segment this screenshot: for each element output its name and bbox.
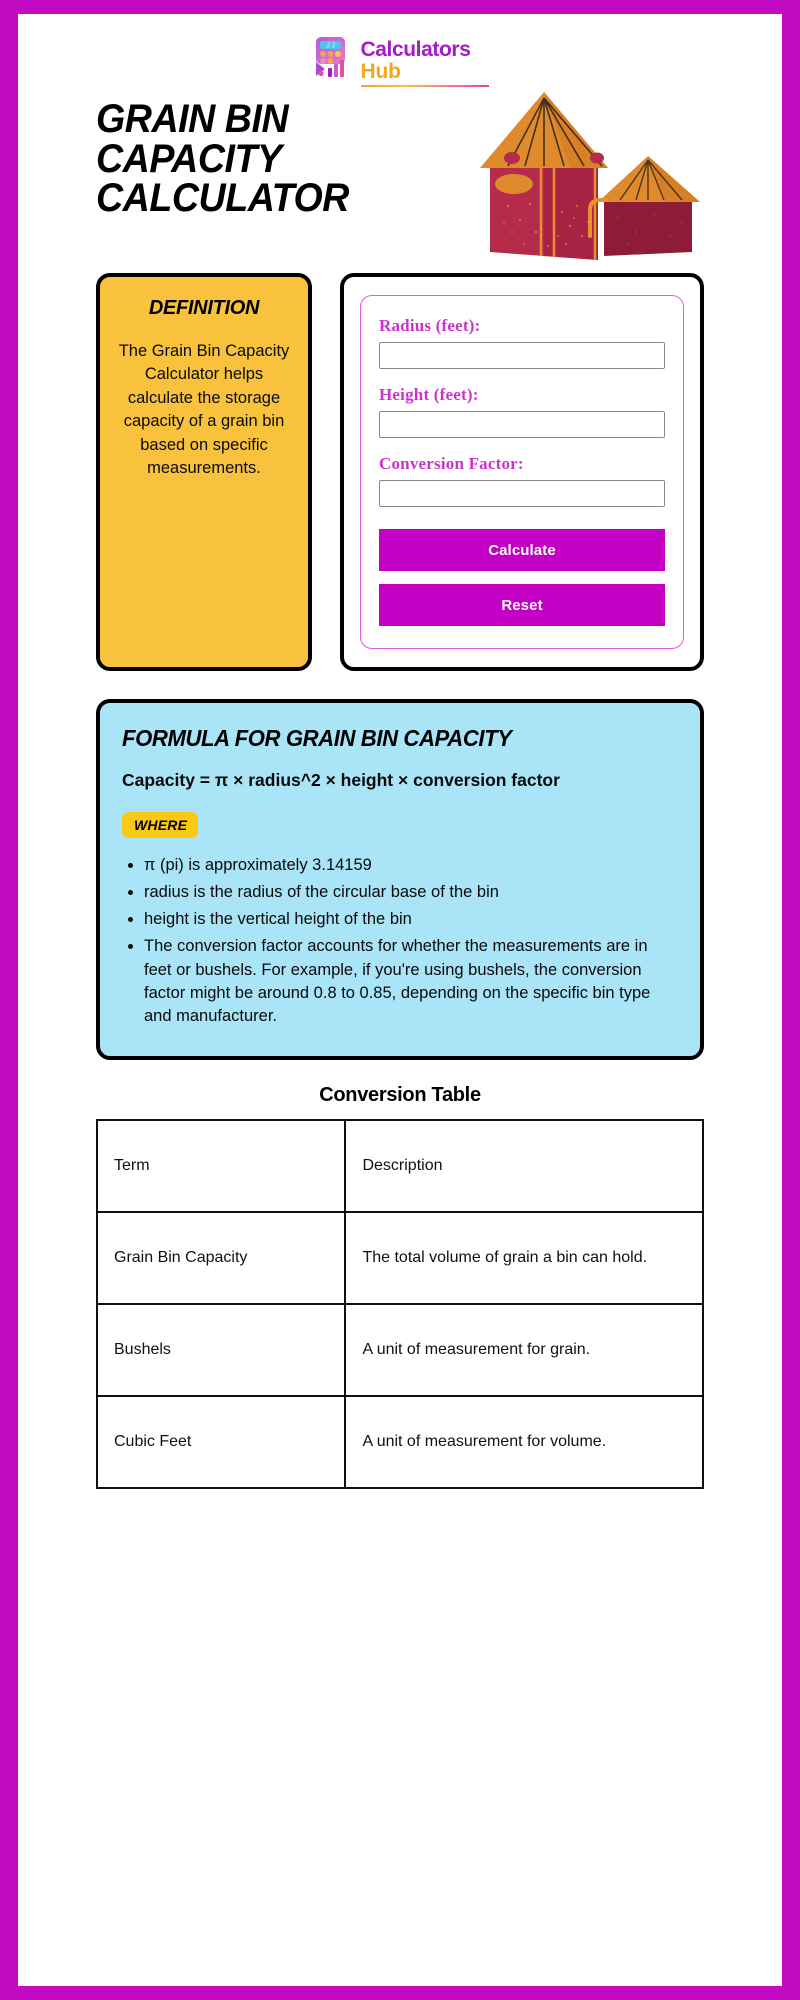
conversion-factor-input[interactable]	[379, 480, 665, 507]
page-title: GRAIN BIN CAPACITY CALCULATOR	[96, 97, 378, 221]
height-field-group: Height (feet):	[379, 385, 665, 438]
conversion-table: Term Description Grain Bin Capacity The …	[95, 1118, 704, 1489]
page-frame: Calculators Hub GRAIN BIN CAPACITY CALCU…	[0, 0, 800, 2000]
height-label: Height (feet):	[379, 385, 479, 404]
table-header-row: Term Description	[95, 1118, 704, 1213]
column-header-description: Description	[344, 1118, 704, 1213]
table-cell-description: A unit of measurement for grain.	[344, 1302, 704, 1397]
height-input[interactable]	[379, 411, 665, 438]
formula-card: FORMULA FOR GRAIN BIN CAPACITY Capacity …	[96, 699, 704, 1060]
formula-heading: FORMULA FOR GRAIN BIN CAPACITY	[122, 725, 512, 751]
where-badge: WHERE	[122, 812, 199, 839]
table-row: Grain Bin Capacity The total volume of g…	[95, 1210, 704, 1305]
calculate-button[interactable]: Calculate	[379, 529, 665, 571]
brand-word-calculators: Calculators	[360, 38, 471, 61]
table-row: Bushels A unit of measurement for grain.	[95, 1302, 704, 1397]
table-cell-description: A unit of measurement for volume.	[344, 1394, 704, 1489]
list-item: π (pi) is approximately 3.14159	[122, 854, 678, 877]
table-cell-term: Bushels	[95, 1302, 347, 1397]
table-row: Cubic Feet A unit of measurement for vol…	[95, 1394, 704, 1489]
radius-input[interactable]	[379, 342, 665, 369]
table-cell-description: The total volume of grain a bin can hold…	[344, 1210, 704, 1305]
brand-wordmark: Calculators Hub	[360, 36, 489, 87]
page-sheet: Calculators Hub GRAIN BIN CAPACITY CALCU…	[18, 14, 782, 1986]
definition-and-form-row: DEFINITION The Grain Bin Capacity Calcul…	[96, 273, 704, 671]
list-item: radius is the radius of the circular bas…	[122, 881, 678, 904]
radius-field-group: Radius (feet):	[379, 316, 665, 369]
formula-expression: Capacity = π × radius^2 × height × conve…	[122, 770, 560, 790]
table-cell-term: Cubic Feet	[95, 1394, 347, 1489]
definition-heading: DEFINITION	[148, 297, 260, 319]
table-cell-term: Grain Bin Capacity	[95, 1210, 347, 1305]
calculator-chart-logo-icon	[312, 36, 352, 78]
calculator-form-card: Radius (feet): Height (feet): Conversion…	[340, 273, 704, 671]
page-title-line-3: CALCULATOR	[96, 176, 349, 221]
formula-variable-list: π (pi) is approximately 3.14159 radius i…	[122, 854, 678, 1028]
conversion-factor-field-group: Conversion Factor:	[379, 454, 665, 507]
reset-button[interactable]: Reset	[379, 584, 665, 626]
list-item: The conversion factor accounts for wheth…	[122, 935, 678, 1027]
definition-card: DEFINITION The Grain Bin Capacity Calcul…	[96, 273, 312, 671]
page-title-line-1: GRAIN BIN	[96, 97, 289, 141]
grain-bin-silos-illustration	[478, 86, 710, 266]
conversion-factor-label: Conversion Factor:	[379, 454, 524, 473]
list-item: height is the vertical height of the bin	[122, 908, 678, 931]
hero-section: GRAIN BIN CAPACITY CALCULATOR	[96, 86, 704, 271]
calculator-form: Radius (feet): Height (feet): Conversion…	[360, 295, 684, 649]
brand-logo: Calculators Hub	[96, 14, 704, 87]
conversion-table-heading: Conversion Table	[319, 1083, 481, 1106]
brand-word-hub: Hub	[360, 60, 401, 83]
column-header-term: Term	[95, 1118, 347, 1213]
definition-body: The Grain Bin Capacity Calculator helps …	[118, 342, 290, 478]
page-title-line-2: CAPACITY	[96, 136, 282, 181]
radius-label: Radius (feet):	[379, 316, 481, 335]
